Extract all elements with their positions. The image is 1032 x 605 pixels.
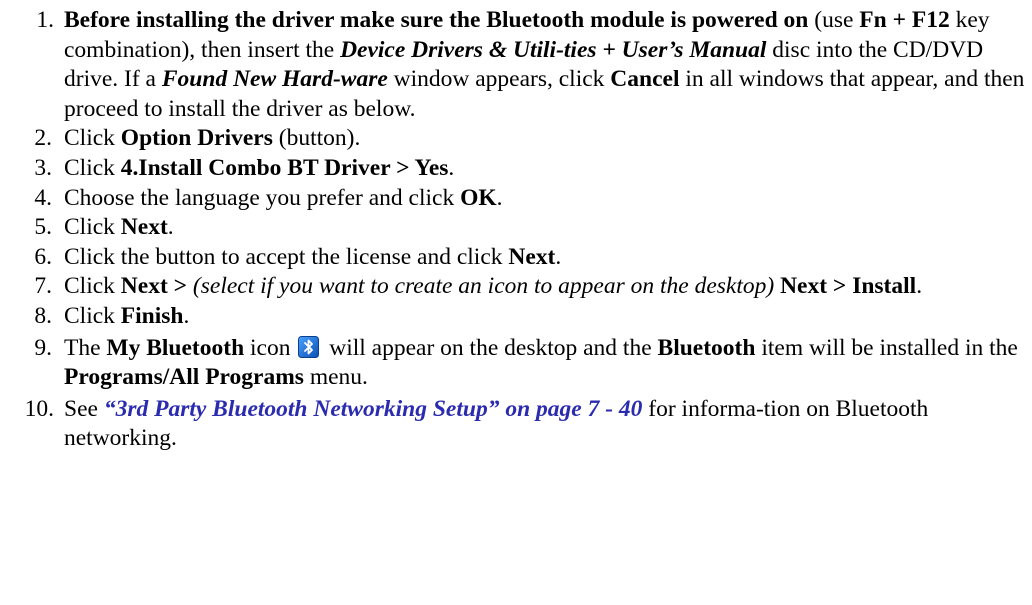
step-text: Before installing the driver make sure t… xyxy=(64,7,1025,122)
programs-menu-label: Programs/All Programs xyxy=(64,364,304,391)
step-2: 2. Click Option Drivers (button). xyxy=(0,124,1030,154)
step-1: 1. Before installing the driver make sur… xyxy=(0,6,1030,124)
step-10: 10. See “3rd Party Bluetooth Networking … xyxy=(0,395,1030,454)
cancel-label: Cancel xyxy=(610,66,680,93)
step-number: 4. xyxy=(34,184,52,211)
install-combo-bt-label: 4.Install Combo BT Driver > Yes xyxy=(120,154,449,181)
next-label: Next xyxy=(120,214,168,241)
step-number: 2. xyxy=(34,125,52,152)
next-label: Next xyxy=(508,243,556,270)
step-number: 5. xyxy=(34,214,52,241)
power-on-warning: Before installing the driver make sure t… xyxy=(64,7,809,33)
step-number: 8. xyxy=(34,302,52,329)
window-name: Found New Hard-ware xyxy=(161,66,388,93)
installation-steps-list: 1. Before installing the driver make sur… xyxy=(0,6,1030,454)
step-8: 8. Click Finish. xyxy=(0,302,1030,332)
step-number: 10. xyxy=(24,395,54,422)
step-7: 7. Click Next > (select if you want to c… xyxy=(0,272,1030,302)
step-5: 5. Click Next. xyxy=(0,213,1030,243)
next-install-label: Next > Install xyxy=(774,273,917,300)
bluetooth-label: Bluetooth xyxy=(657,334,756,361)
disc-name: Device Drivers & Utili-ties + User’s Man… xyxy=(340,36,767,63)
finish-label: Finish xyxy=(120,302,184,329)
ok-label: OK xyxy=(460,184,497,211)
bluetooth-icon xyxy=(298,335,320,358)
step-9: 9. The My Bluetooth icon will appear on … xyxy=(0,334,1030,393)
step-3: 3. Click 4.Install Combo BT Driver > Yes… xyxy=(0,154,1030,184)
key-combination: Fn + F12 xyxy=(859,7,950,33)
step-number: 9. xyxy=(34,334,52,361)
networking-setup-link[interactable]: “3rd Party Bluetooth Networking Setup” o… xyxy=(104,396,643,422)
my-bluetooth-label: My Bluetooth xyxy=(106,334,245,361)
step-number: 1. xyxy=(36,7,54,33)
desktop-icon-note: (select if you want to create an icon to… xyxy=(187,273,775,300)
step-6: 6. Click the button to accept the licens… xyxy=(0,243,1030,273)
step-4: 4. Choose the language you prefer and cl… xyxy=(0,184,1030,214)
next-label: Next > xyxy=(120,273,188,300)
step-number: 6. xyxy=(34,243,52,270)
manual-page: 1. Before installing the driver make sur… xyxy=(0,0,1032,605)
option-drivers-label: Option Drivers xyxy=(120,125,273,152)
step-number: 7. xyxy=(34,273,52,300)
step-number: 3. xyxy=(34,154,52,181)
